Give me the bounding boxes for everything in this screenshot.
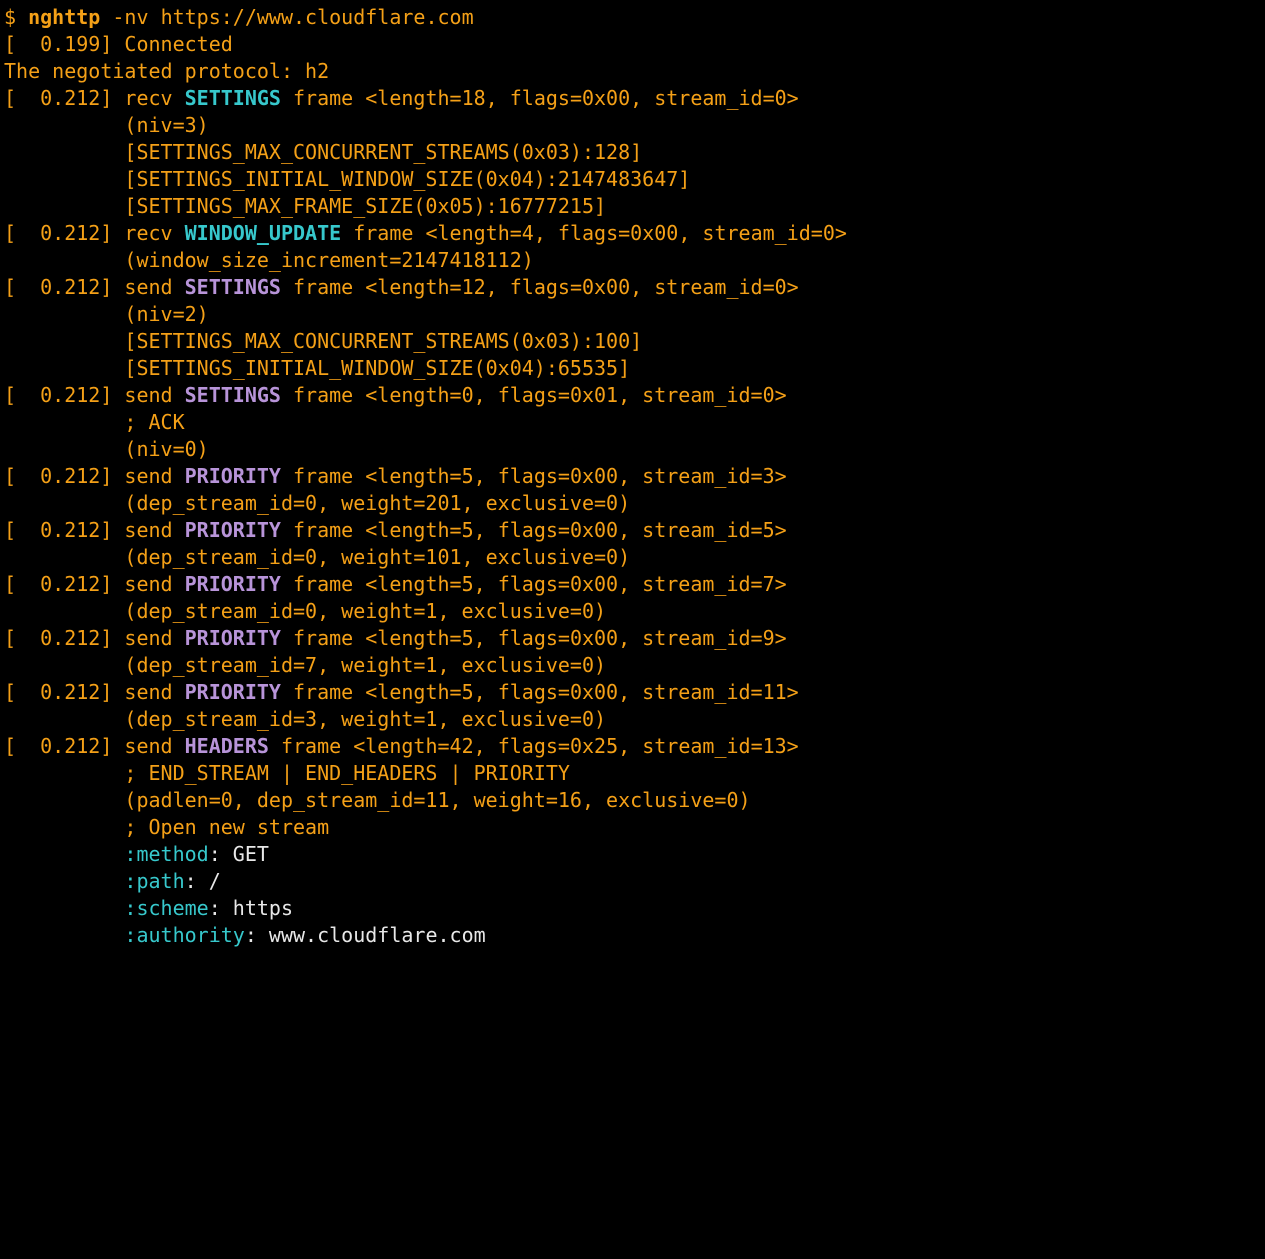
settings-send1-opt2: [SETTINGS_INITIAL_WINDOW_SIZE(0x04):6553… [4,356,630,380]
priority1-frame: PRIORITY [185,464,281,488]
winupdate-dir: recv [112,221,184,245]
priority5-dir: send [112,680,184,704]
priority4-detail: (dep_stream_id=7, weight=1, exclusive=0) [4,653,606,677]
priority2-dir: send [112,518,184,542]
settings-send2-tail: frame <length=0, flags=0x01, stream_id=0… [281,383,787,407]
priority1-detail: (dep_stream_id=0, weight=201, exclusive=… [4,491,630,515]
headers-open: ; Open new stream [4,815,329,839]
winupdate-tail: frame <length=4, flags=0x00, stream_id=0… [341,221,847,245]
settings-send2-dir: send [112,383,184,407]
priority4-ts: [ 0.212] [4,626,112,650]
headers-dir: send [112,734,184,758]
terminal-output: $ nghttp -nv https://www.cloudflare.com … [0,0,1265,953]
header-method-value: : GET [209,842,269,866]
header-path-key: :path [4,869,185,893]
priority4-dir: send [112,626,184,650]
connected-msg: Connected [112,32,232,56]
priority1-tail: frame <length=5, flags=0x00, stream_id=3… [281,464,787,488]
cmd-name: nghttp [28,5,100,29]
settings-send2-ts: [ 0.212] [4,383,112,407]
connected-ts: [ 0.199] [4,32,112,56]
headers-frame: HEADERS [185,734,269,758]
settings-send2-ack: ; ACK [4,410,185,434]
headers-ts: [ 0.212] [4,734,112,758]
headers-tail: frame <length=42, flags=0x25, stream_id=… [269,734,799,758]
priority3-dir: send [112,572,184,596]
settings-send1-frame: SETTINGS [185,275,281,299]
priority5-detail: (dep_stream_id=3, weight=1, exclusive=0) [4,707,606,731]
priority3-ts: [ 0.212] [4,572,112,596]
settings-send1-opt1: [SETTINGS_MAX_CONCURRENT_STREAMS(0x03):1… [4,329,642,353]
settings-recv-tail: frame <length=18, flags=0x00, stream_id=… [281,86,799,110]
protocol-line: The negotiated protocol: h2 [4,59,329,83]
settings-recv-ts: [ 0.212] [4,86,112,110]
priority2-frame: PRIORITY [185,518,281,542]
settings-recv-opt3: [SETTINGS_MAX_FRAME_SIZE(0x05):16777215] [4,194,606,218]
priority5-tail: frame <length=5, flags=0x00, stream_id=1… [281,680,799,704]
settings-recv-dir: recv [112,86,184,110]
settings-send2-frame: SETTINGS [185,383,281,407]
headers-params: (padlen=0, dep_stream_id=11, weight=16, … [4,788,751,812]
settings-recv-frame: SETTINGS [185,86,281,110]
settings-send1-ts: [ 0.212] [4,275,112,299]
cmd-flags: -nv [100,5,160,29]
header-scheme-key: :scheme [4,896,209,920]
priority3-detail: (dep_stream_id=0, weight=1, exclusive=0) [4,599,606,623]
header-authority-value: : www.cloudflare.com [245,923,486,947]
header-scheme-value: : https [209,896,293,920]
priority1-dir: send [112,464,184,488]
settings-send1-niv: (niv=2) [4,302,209,326]
winupdate-ts: [ 0.212] [4,221,112,245]
priority4-tail: frame <length=5, flags=0x00, stream_id=9… [281,626,787,650]
header-authority-key: :authority [4,923,245,947]
header-path-value: : / [185,869,221,893]
priority1-ts: [ 0.212] [4,464,112,488]
priority2-ts: [ 0.212] [4,518,112,542]
settings-send1-tail: frame <length=12, flags=0x00, stream_id=… [281,275,799,299]
settings-send2-niv: (niv=0) [4,437,209,461]
header-method-key: :method [4,842,209,866]
priority3-frame: PRIORITY [185,572,281,596]
priority5-frame: PRIORITY [185,680,281,704]
winupdate-frame: WINDOW_UPDATE [185,221,342,245]
priority3-tail: frame <length=5, flags=0x00, stream_id=7… [281,572,787,596]
settings-recv-opt1: [SETTINGS_MAX_CONCURRENT_STREAMS(0x03):1… [4,140,642,164]
priority2-detail: (dep_stream_id=0, weight=101, exclusive=… [4,545,630,569]
settings-recv-opt2: [SETTINGS_INITIAL_WINDOW_SIZE(0x04):2147… [4,167,690,191]
shell-prompt: $ [4,5,28,29]
settings-send1-dir: send [112,275,184,299]
cmd-url: https://www.cloudflare.com [161,5,474,29]
priority5-ts: [ 0.212] [4,680,112,704]
headers-flags: ; END_STREAM | END_HEADERS | PRIORITY [4,761,570,785]
priority4-frame: PRIORITY [185,626,281,650]
settings-recv-niv: (niv=3) [4,113,209,137]
priority2-tail: frame <length=5, flags=0x00, stream_id=5… [281,518,787,542]
winupdate-detail: (window_size_increment=2147418112) [4,248,534,272]
